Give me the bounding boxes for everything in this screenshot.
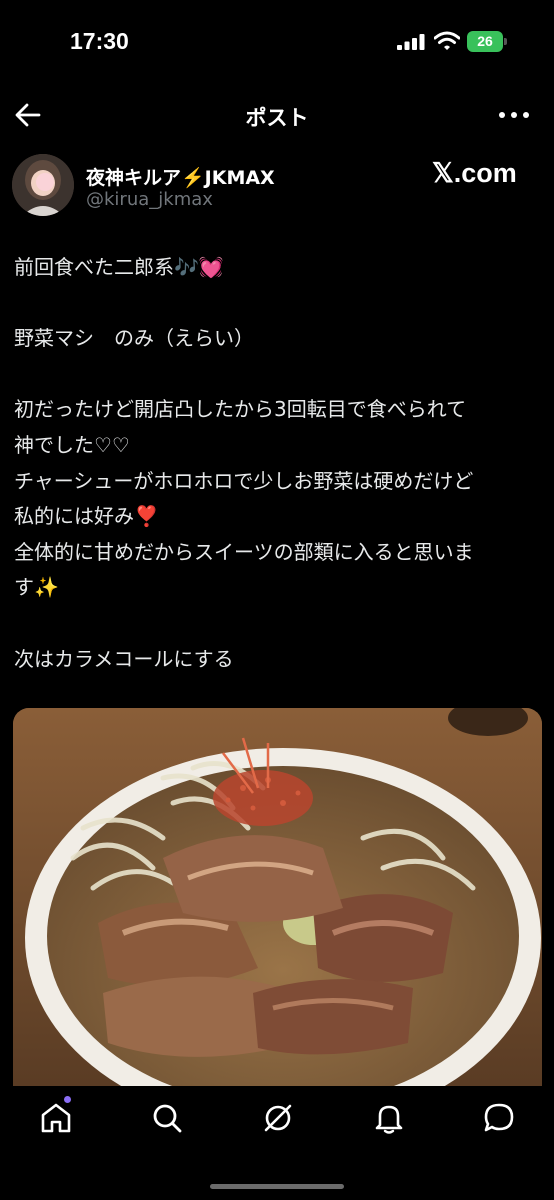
post-author: 夜神キルア⚡️JKMAX @kirua_jkmax 𝕏.com	[0, 154, 554, 220]
post-line: 野菜マシ のみ（えらい）	[14, 326, 254, 351]
post-body: 前回食べた二郎系🎶💓 野菜マシ のみ（えらい） 初だったけど開店凸したから3回転…	[14, 250, 544, 677]
post-line: 全体的に甘めだからスイーツの部類に入ると思いま	[14, 539, 474, 564]
grok-icon[interactable]	[260, 1100, 296, 1136]
search-icon[interactable]	[149, 1100, 185, 1136]
post-line: 神でした♡♡	[14, 432, 130, 457]
avatar[interactable]	[12, 154, 74, 216]
status-bar: 17:30 26	[0, 0, 554, 84]
wifi-icon	[434, 31, 460, 50]
bottom-tab-bar	[0, 1086, 554, 1200]
page-title: ポスト	[245, 106, 309, 130]
more-options-icon[interactable]	[498, 110, 530, 120]
post-line: チャーシューがホロホロで少しお野菜は硬めだけど	[14, 468, 474, 493]
home-icon[interactable]	[38, 1100, 74, 1136]
cellular-signal-icon	[397, 34, 425, 50]
post-line: 前回食べた二郎系🎶💓	[14, 255, 224, 279]
messages-icon[interactable]	[481, 1100, 517, 1136]
author-display-name[interactable]: 夜神キルア⚡️JKMAX	[86, 163, 275, 190]
battery-tip	[504, 38, 507, 45]
post-photo-ramen[interactable]	[13, 708, 542, 1086]
post-line: す✨	[14, 575, 59, 600]
home-notification-dot	[64, 1096, 71, 1103]
x-brand-watermark: 𝕏.com	[432, 158, 517, 188]
battery-level: 26	[467, 31, 503, 52]
notifications-icon[interactable]	[371, 1100, 407, 1136]
avatar-image	[12, 154, 74, 216]
status-time: 17:30	[70, 28, 129, 54]
post-line: 私的には好み❣️	[14, 504, 159, 529]
post-line: 次はカラメコールにする	[14, 646, 234, 671]
home-indicator[interactable]	[210, 1184, 344, 1189]
post-line: 初だったけど開店凸したから3回転目で食べられて	[14, 397, 467, 422]
ramen-bowl-illustration	[13, 708, 542, 1086]
author-handle[interactable]: @kirua_jkmax	[86, 189, 213, 210]
battery-indicator: 26	[467, 31, 507, 52]
post-header: ポスト	[0, 90, 554, 140]
